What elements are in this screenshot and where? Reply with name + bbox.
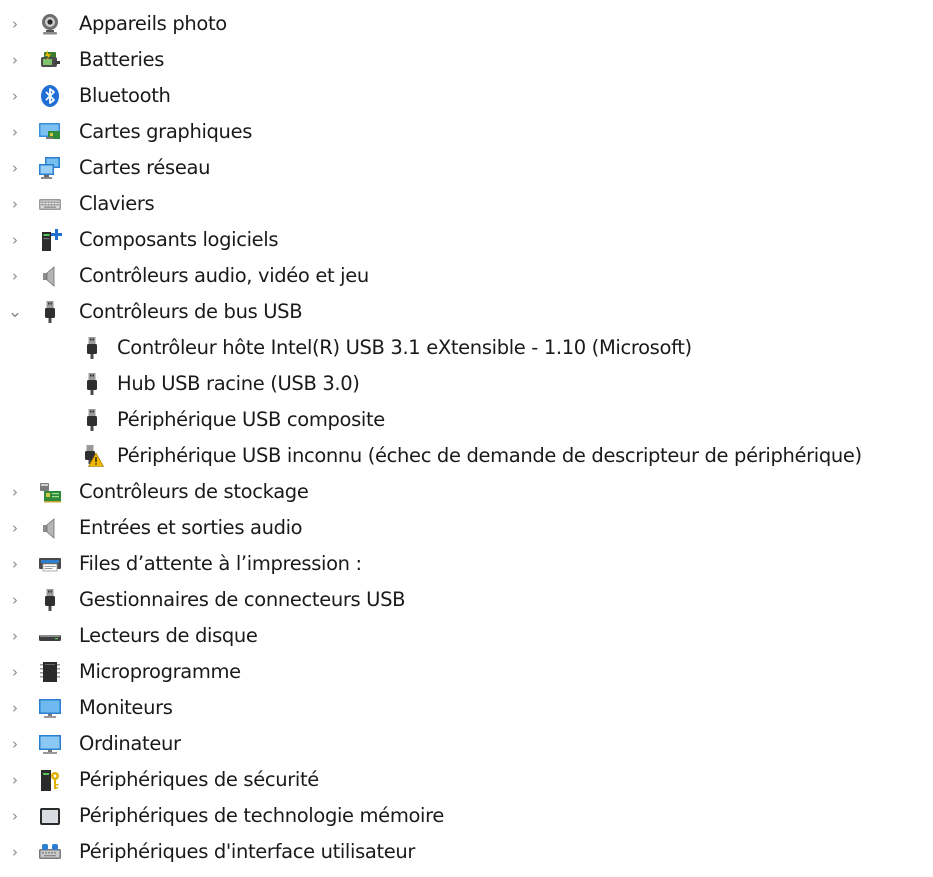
chevron-right-icon[interactable]: › <box>8 546 22 582</box>
tree-node-label: Périphérique USB inconnu (échec de deman… <box>117 444 862 467</box>
tree-node-label: Microprogramme <box>79 660 241 683</box>
tree-node-peripheriques-securite[interactable]: › Périphériques de sécurité <box>0 762 933 798</box>
tree-node-composants-logiciels[interactable]: › Composants logiciels <box>0 222 933 258</box>
tree-node-bluetooth[interactable]: › Bluetooth <box>0 78 933 114</box>
printer-icon <box>37 552 63 576</box>
tree-node-label: Contrôleurs de stockage <box>79 480 309 503</box>
chevron-right-icon[interactable]: › <box>8 222 22 258</box>
chevron-right-icon[interactable]: › <box>8 618 22 654</box>
tree-node-label: Files d’attente à l’impression : <box>79 552 362 575</box>
tree-node-controleurs-bus-usb[interactable]: ⌄ Contrôleurs de bus USB <box>0 294 933 330</box>
network-adapter-icon <box>37 156 63 180</box>
webcam-icon <box>37 12 63 36</box>
tree-node-label: Bluetooth <box>79 84 171 107</box>
chevron-right-icon[interactable]: › <box>8 186 22 222</box>
tree-child-usb-inconnu[interactable]: Périphérique USB inconnu (échec de deman… <box>0 438 933 474</box>
tree-node-label: Ordinateur <box>79 732 181 755</box>
chevron-right-icon[interactable]: › <box>8 114 22 150</box>
usb-plug-icon <box>37 588 63 612</box>
bluetooth-icon <box>37 84 63 108</box>
disk-drive-icon <box>37 624 63 648</box>
tree-node-appareils-photo[interactable]: › Appareils photo <box>0 6 933 42</box>
keyboard-icon <box>37 192 63 216</box>
tree-node-claviers[interactable]: › Claviers <box>0 186 933 222</box>
chevron-right-icon[interactable]: › <box>8 798 22 834</box>
chevron-right-icon[interactable]: › <box>8 654 22 690</box>
memory-tech-icon <box>37 804 63 828</box>
speaker-icon <box>37 264 63 288</box>
usb-plug-icon <box>79 336 105 360</box>
tree-child-usb-composite[interactable]: Périphérique USB composite <box>0 402 933 438</box>
tree-node-label: Cartes graphiques <box>79 120 253 143</box>
chevron-right-icon[interactable]: › <box>8 690 22 726</box>
usb-plug-icon <box>79 372 105 396</box>
tree-child-hub-usb-racine[interactable]: Hub USB racine (USB 3.0) <box>0 366 933 402</box>
tree-node-label: Lecteurs de disque <box>79 624 258 647</box>
tree-node-label: Contrôleurs audio, vidéo et jeu <box>79 264 369 287</box>
speaker-icon <box>37 516 63 540</box>
tree-child-intel-usb-host[interactable]: Contrôleur hôte Intel(R) USB 3.1 eXtensi… <box>0 330 933 366</box>
chevron-right-icon[interactable]: › <box>8 582 22 618</box>
tree-node-microprogramme[interactable]: › Microprogramme <box>0 654 933 690</box>
tree-node-label: Gestionnaires de connecteurs USB <box>79 588 406 611</box>
chevron-right-icon[interactable]: › <box>8 42 22 78</box>
tree-node-label: Entrées et sorties audio <box>79 516 303 539</box>
tree-node-controleurs-audio[interactable]: › Contrôleurs audio, vidéo et jeu <box>0 258 933 294</box>
device-tree: › Appareils photo › Batteries › Bluetoot… <box>0 0 933 877</box>
tree-node-lecteurs-disque[interactable]: › Lecteurs de disque <box>0 618 933 654</box>
computer-icon <box>37 732 63 756</box>
tree-node-batteries[interactable]: › Batteries <box>0 42 933 78</box>
software-component-icon <box>37 228 63 252</box>
tree-node-label: Composants logiciels <box>79 228 279 251</box>
security-key-icon <box>37 768 63 792</box>
tree-node-cartes-reseau[interactable]: › Cartes réseau <box>0 150 933 186</box>
tree-node-peripheriques-memoire[interactable]: › Périphériques de technologie mémoire <box>0 798 933 834</box>
chevron-right-icon[interactable]: › <box>8 474 22 510</box>
chevron-right-icon[interactable]: › <box>8 258 22 294</box>
usb-plug-icon <box>37 300 63 324</box>
tree-node-files-attente-impression[interactable]: › Files d’attente à l’impression : <box>0 546 933 582</box>
tree-node-controleurs-stockage[interactable]: › Contrôleurs de stockage <box>0 474 933 510</box>
tree-node-label: Contrôleurs de bus USB <box>79 300 303 323</box>
tree-node-label: Moniteurs <box>79 696 173 719</box>
tree-node-label: Batteries <box>79 48 165 71</box>
tree-node-entrees-sorties-audio[interactable]: › Entrées et sorties audio <box>0 510 933 546</box>
chevron-right-icon[interactable]: › <box>8 726 22 762</box>
tree-node-label: Claviers <box>79 192 155 215</box>
tree-node-label: Hub USB racine (USB 3.0) <box>117 372 360 395</box>
tree-node-peripheriques-interface[interactable]: › Périphériques d'interface utilisateur <box>0 834 933 870</box>
display-adapter-icon <box>37 120 63 144</box>
tree-node-label: Périphériques de sécurité <box>79 768 319 791</box>
tree-node-label: Cartes réseau <box>79 156 211 179</box>
tree-node-label: Périphériques d'interface utilisateur <box>79 840 416 863</box>
tree-node-cartes-graphiques[interactable]: › Cartes graphiques <box>0 114 933 150</box>
tree-node-ordinateur[interactable]: › Ordinateur <box>0 726 933 762</box>
chevron-right-icon[interactable]: › <box>8 78 22 114</box>
chevron-right-icon[interactable]: › <box>8 150 22 186</box>
tree-node-moniteurs[interactable]: › Moniteurs <box>0 690 933 726</box>
chevron-right-icon[interactable]: › <box>8 762 22 798</box>
tree-node-label: Périphériques de technologie mémoire <box>79 804 445 827</box>
chevron-right-icon[interactable]: › <box>8 834 22 870</box>
tree-node-label: Périphérique USB composite <box>117 408 385 431</box>
battery-icon <box>37 48 63 72</box>
tree-node-label: Appareils photo <box>79 12 227 35</box>
tree-node-gestionnaires-connecteurs-usb[interactable]: › Gestionnaires de connecteurs USB <box>0 582 933 618</box>
usb-plug-icon <box>79 408 105 432</box>
monitor-icon <box>37 696 63 720</box>
hid-icon <box>37 840 63 864</box>
storage-controller-icon <box>37 480 63 504</box>
chevron-right-icon[interactable]: › <box>8 6 22 42</box>
firmware-chip-icon <box>37 660 63 684</box>
usb-warning-icon <box>79 444 105 468</box>
chevron-right-icon[interactable]: › <box>8 510 22 546</box>
tree-node-label: Contrôleur hôte Intel(R) USB 3.1 eXtensi… <box>117 336 692 359</box>
